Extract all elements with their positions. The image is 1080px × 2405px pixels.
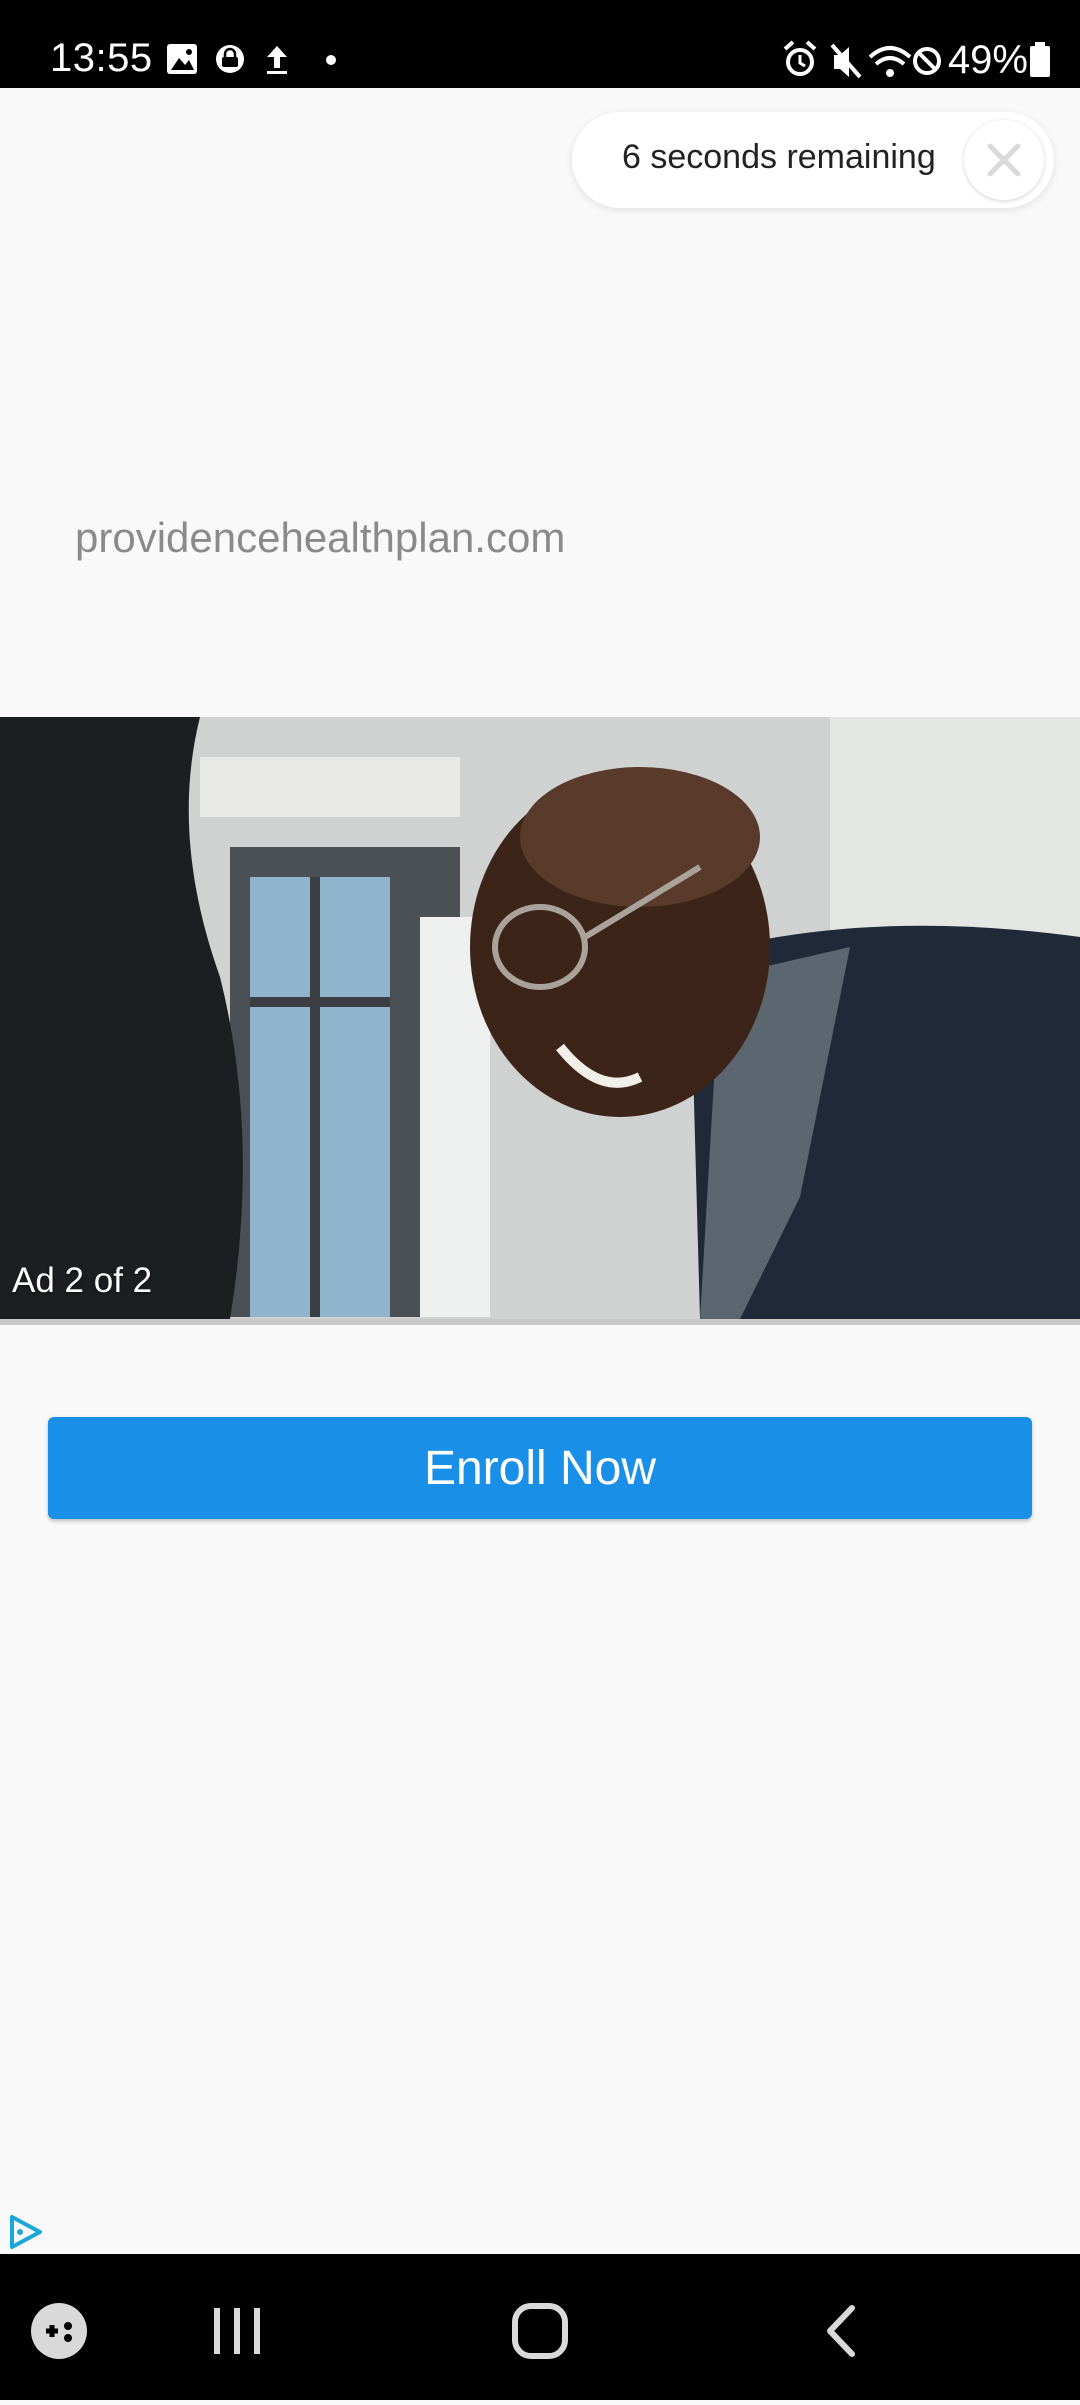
back-icon[interactable]	[827, 2305, 855, 2357]
game-launcher-icon[interactable]	[31, 2303, 87, 2359]
wifi-icon	[868, 46, 912, 77]
navigation-buttons	[31, 2303, 855, 2359]
navigation-bar	[0, 2254, 1080, 2400]
status-right: 49%	[782, 36, 1052, 84]
skip-countdown-pill: 6 seconds remaining	[572, 112, 1054, 208]
adchoices-icon[interactable]	[6, 2212, 46, 2252]
advertiser-url[interactable]: providencehealthplan.com	[75, 514, 565, 562]
dot-icon	[326, 55, 336, 65]
alarm-icon	[783, 40, 817, 76]
gallery-icon	[167, 44, 197, 74]
secure-folder-icon	[216, 45, 244, 73]
battery-icon	[1030, 42, 1050, 77]
video-progress-bar	[0, 1319, 1080, 1325]
home-icon[interactable]	[512, 2303, 568, 2359]
video-player[interactable]	[0, 717, 1080, 1319]
status-time: 13:55	[50, 36, 153, 80]
enroll-now-button[interactable]: Enroll Now	[48, 1417, 1032, 1519]
ad-counter: Ad 2 of 2	[12, 1261, 153, 1300]
notification-icons	[167, 44, 336, 74]
status-bar: 13:55 49%	[0, 0, 1080, 88]
battery-percent: 49%	[947, 37, 1028, 82]
close-ad-button[interactable]	[964, 120, 1044, 200]
do-not-disturb-icon	[912, 47, 941, 75]
upload-icon	[267, 46, 287, 74]
skip-countdown-text: 6 seconds remaining	[622, 138, 936, 176]
video-frame	[0, 717, 1080, 1319]
close-icon	[987, 143, 1021, 177]
mute-icon	[830, 43, 862, 79]
recents-icon[interactable]	[214, 2308, 260, 2354]
system-status-icons	[783, 40, 941, 79]
